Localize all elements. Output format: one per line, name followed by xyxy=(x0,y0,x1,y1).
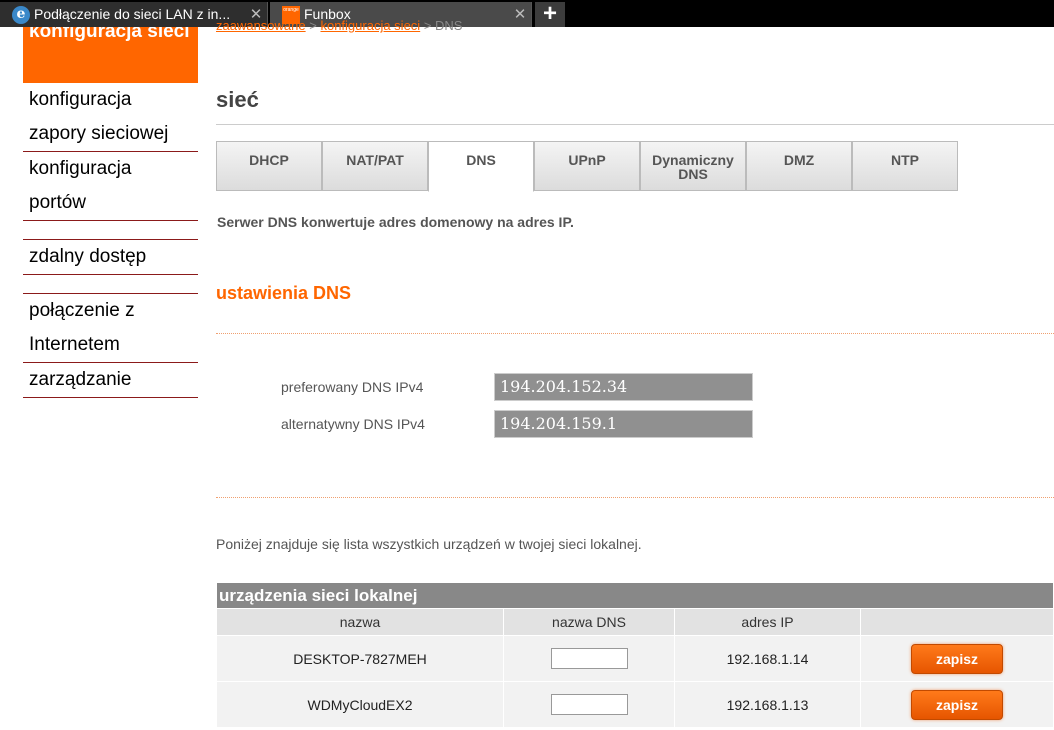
device-name: DESKTOP-7827MEH xyxy=(216,635,504,682)
column-header-ip: adres IP xyxy=(674,608,861,636)
breadcrumb-separator: > xyxy=(423,18,432,33)
sidebar-divider xyxy=(23,275,198,294)
sidebar-item-internet[interactable]: połączenie z Internetem xyxy=(23,294,198,363)
section-divider xyxy=(216,333,1054,334)
dns-name-cell xyxy=(503,635,675,682)
action-cell: zapisz xyxy=(860,681,1054,728)
browser-tab-title: Podłączenie do sieci LAN z in... xyxy=(34,6,231,22)
tab-dns[interactable]: DNS xyxy=(428,141,534,192)
breadcrumb-separator: > xyxy=(309,18,317,33)
devices-info-text: Poniżej znajduje się lista wszystkich ur… xyxy=(216,536,642,552)
section-divider xyxy=(216,497,1054,498)
breadcrumb: zaawansowane > konfiguracja sieci > DNS xyxy=(216,18,462,33)
tab-dmz[interactable]: DMZ xyxy=(746,141,852,191)
sidebar-item-network-config[interactable]: konfiguracja sieci xyxy=(23,27,198,83)
alternate-dns-label: alternatywny DNS IPv4 xyxy=(281,416,425,432)
devices-table-caption: urządzenia sieci lokalnej xyxy=(216,582,1054,609)
table-row: WDMyCloudEX2 192.168.1.13 zapisz xyxy=(216,681,1054,728)
sidebar-item-firewall[interactable]: konfiguracja zapory sieciowej xyxy=(23,83,198,152)
devices-table: urządzenia sieci lokalnej nazwa nazwa DN… xyxy=(216,582,1054,728)
sidebar-item-label: konfiguracja sieci xyxy=(29,27,190,42)
sidebar-divider xyxy=(23,221,198,240)
breadcrumb-network-config[interactable]: konfiguracja sieci xyxy=(320,18,420,33)
device-ip: 192.168.1.14 xyxy=(674,635,861,682)
alternate-dns-field[interactable]: 194.204.159.1 xyxy=(494,410,753,438)
column-header-dns-name: nazwa DNS xyxy=(503,608,675,636)
preferred-dns-field[interactable]: 194.204.152.34 xyxy=(494,373,753,401)
table-row: DESKTOP-7827MEH 192.168.1.14 zapisz xyxy=(216,635,1054,682)
title-divider xyxy=(216,124,1054,125)
device-name: WDMyCloudEX2 xyxy=(216,681,504,728)
settings-tabs: DHCP NAT/PAT DNS UPnP Dynamiczny DNS DMZ… xyxy=(216,141,958,192)
tab-upnp[interactable]: UPnP xyxy=(534,141,640,191)
page-title: sieć xyxy=(216,87,259,112)
action-cell: zapisz xyxy=(860,635,1054,682)
ie-icon: e xyxy=(12,5,30,24)
tab-nat-pat[interactable]: NAT/PAT xyxy=(322,141,428,191)
sidebar-item-management[interactable]: zarządzanie xyxy=(23,363,198,398)
close-icon[interactable]: ✕ xyxy=(509,2,531,27)
tab-ntp[interactable]: NTP xyxy=(852,141,958,191)
column-header-name: nazwa xyxy=(216,608,504,636)
device-ip: 192.168.1.13 xyxy=(674,681,861,728)
save-button[interactable]: zapisz xyxy=(911,643,1003,674)
sidebar-item-ports[interactable]: konfiguracja portów xyxy=(23,152,198,221)
page-description: Serwer DNS konwertuje adres domenowy na … xyxy=(217,214,574,230)
dns-name-cell xyxy=(503,681,675,728)
new-tab-button[interactable]: + xyxy=(535,2,565,27)
save-button[interactable]: zapisz xyxy=(911,689,1003,720)
breadcrumb-current: DNS xyxy=(435,18,463,33)
tab-dynamic-dns[interactable]: Dynamiczny DNS xyxy=(640,141,746,191)
column-header-actions xyxy=(860,608,1054,636)
sidebar: konfiguracja sieci konfiguracja zapory s… xyxy=(23,27,198,398)
breadcrumb-advanced[interactable]: zaawansowane xyxy=(216,18,306,33)
preferred-dns-label: preferowany DNS IPv4 xyxy=(281,379,424,395)
browser-tab-strip: e Podłączenie do sieci LAN z in... ✕ ora… xyxy=(0,0,1054,27)
tab-dhcp[interactable]: DHCP xyxy=(216,141,322,191)
sidebar-item-remote-access[interactable]: zdalny dostęp xyxy=(23,240,198,275)
dns-name-input[interactable] xyxy=(550,694,628,715)
dns-settings-title: ustawienia DNS xyxy=(216,283,352,303)
dns-name-input[interactable] xyxy=(550,648,628,669)
